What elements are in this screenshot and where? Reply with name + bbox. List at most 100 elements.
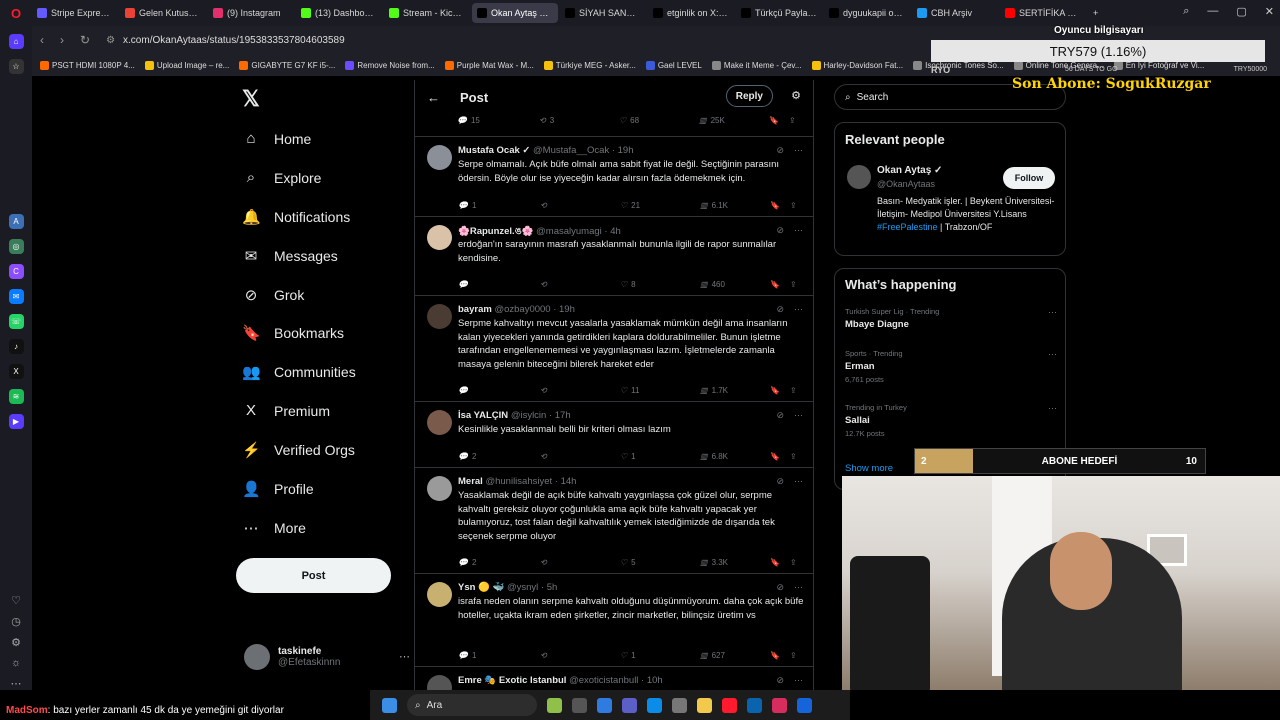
trend-item[interactable]: Sports · Trending Erman 6,761 posts ⋯ [845, 349, 1057, 384]
forward-icon[interactable]: › [60, 33, 64, 47]
bookmark-icon[interactable]: 🔖 [770, 201, 790, 210]
like-action[interactable]: ♡ 68 [619, 116, 699, 125]
avatar[interactable] [427, 304, 452, 329]
back-arrow-icon[interactable]: ← [427, 90, 440, 105]
bookmark-item[interactable]: PSGT HDMI 1080P 4... [40, 60, 135, 70]
reply-action[interactable]: 💬 2 [458, 452, 540, 461]
opera-icon[interactable] [722, 697, 737, 713]
grok-icon[interactable]: ⊘ [776, 145, 784, 156]
like-action[interactable]: ♡ 1 [620, 452, 700, 461]
views-action[interactable]: ▥ 6.8K [700, 452, 770, 461]
windows-start-icon[interactable] [382, 697, 397, 713]
task-view-icon[interactable] [572, 697, 587, 713]
author-handle[interactable]: @isylcin · 17h [511, 410, 571, 421]
reply-action[interactable]: 💬 1 [458, 201, 540, 210]
browser-tab[interactable]: dyguukapii on X: " [824, 3, 910, 23]
tweet[interactable]: Meral @hunilisahsiyet · 14h ⊘ ⋯ Yasaklamak … [415, 467, 813, 573]
more-options-icon[interactable]: ⋯ [794, 145, 803, 156]
bookmark-icon[interactable]: 🔖 [769, 116, 789, 125]
nav-item-grok[interactable]: ⊘ Grok [242, 286, 305, 304]
more-options-icon[interactable]: ⋯ [794, 410, 803, 421]
browser-tab[interactable]: Türkçü Paylaşım on [736, 3, 822, 23]
taskbar-search[interactable]: ⌕ Ara [407, 694, 537, 716]
browser-tab[interactable]: Gelen Kutusu (515) [120, 3, 206, 23]
chatgpt-icon[interactable]: ◎ [8, 239, 24, 254]
author-name[interactable]: Meral [458, 476, 483, 487]
more-options-icon[interactable]: ⋯ [1048, 403, 1057, 414]
aria-icon[interactable]: A [8, 214, 24, 229]
author-handle[interactable]: @ozbay0000 · 19h [494, 304, 574, 315]
more-options-icon[interactable]: ⋯ [1048, 349, 1057, 360]
author-name[interactable]: Mustafa Ocak ✓ [458, 145, 530, 156]
views-action[interactable]: ▥ 25K [699, 116, 769, 125]
browser-tab[interactable]: CBH Arşiv [912, 3, 998, 23]
show-more-link[interactable]: Show more [845, 463, 893, 474]
avatar[interactable] [427, 225, 452, 250]
repost-action[interactable]: ⟲ [540, 280, 620, 289]
teams-icon[interactable] [622, 697, 637, 713]
hashtag-link[interactable]: #FreePalestine [877, 222, 938, 232]
author-handle[interactable]: @Mustafa__Ocak · 19h [533, 145, 633, 156]
avatar[interactable] [427, 145, 452, 170]
nav-item-notifications[interactable]: 🔔 Notifications [242, 208, 350, 226]
player-icon[interactable]: ▶ [8, 414, 24, 429]
more-options-icon[interactable]: ⋯ [794, 304, 803, 315]
like-action[interactable]: ♡ 1 [620, 651, 700, 660]
share-icon[interactable]: ⇪ [790, 201, 797, 210]
bookmark-icon[interactable]: 🔖 [770, 386, 790, 395]
maximize-icon[interactable]: ▢ [1236, 5, 1246, 18]
nav-item-communities[interactable]: 👥 Communities [242, 363, 356, 381]
nav-item-bookmarks[interactable]: 🔖 Bookmarks [242, 324, 344, 342]
more-options-icon[interactable]: ⋯ [794, 582, 803, 593]
app-l-icon[interactable] [797, 697, 812, 713]
more-options-icon[interactable]: ⋯ [399, 650, 410, 663]
tweet[interactable]: bayram @ozbay0000 · 19h ⊘ ⋯ Serpme kahvaltı… [415, 295, 813, 401]
repost-action[interactable]: ⟲ [540, 558, 620, 567]
reply-button[interactable]: Reply [725, 85, 773, 107]
person-handle[interactable]: @OkanAytaas [877, 179, 935, 189]
author-handle[interactable]: @exoticistanbull · 10h [569, 675, 663, 686]
search-icon[interactable]: ⌕ [1183, 5, 1189, 18]
bookmark-item[interactable]: Gael LEVEL [645, 60, 702, 70]
account-switcher[interactable]: taskinefe @Efetaskinnn ⋯ [244, 644, 410, 670]
home-icon[interactable]: ⌂ [8, 34, 24, 49]
repost-action[interactable]: ⟲ [540, 651, 620, 660]
repost-action[interactable]: ⟲ [540, 201, 620, 210]
share-icon[interactable]: ⇪ [790, 558, 797, 567]
author-handle[interactable]: @hunilisahsiyet · 14h [485, 476, 576, 487]
messenger-icon[interactable]: ✉ [8, 289, 24, 304]
nav-item-explore[interactable]: ⌕ Explore [242, 169, 322, 186]
more-icon[interactable]: ⋯ [11, 677, 22, 690]
person-name[interactable]: Okan Aytaş ✓ [877, 165, 942, 176]
like-action[interactable]: ♡ 21 [620, 201, 700, 210]
x-app-icon[interactable]: X [8, 364, 24, 379]
store-icon[interactable] [672, 697, 687, 713]
share-icon[interactable]: ⇪ [790, 386, 797, 395]
views-action[interactable]: ▥ 1.7K [700, 386, 770, 395]
nav-item-home[interactable]: ⌂ Home [242, 130, 311, 147]
url-text[interactable]: x.com/OkanAytaas/status/1953833537804603… [123, 35, 345, 46]
nav-item-messages[interactable]: ✉ Messages [242, 247, 338, 265]
author-name[interactable]: Ysn 🟡 🐳 [458, 582, 504, 593]
tiktok-icon[interactable]: ♪ [8, 339, 24, 354]
edge-icon[interactable] [647, 697, 662, 713]
avatar[interactable] [427, 582, 452, 607]
bookmark-item[interactable]: Purple Mat Wax - M... [444, 60, 534, 70]
author-name[interactable]: 🌸Rapunzel.ঙ🌸 [458, 226, 534, 237]
browser-tab[interactable]: Stripe Express - Log [32, 3, 118, 23]
browser-tab[interactable]: etginlik on X: "Nor [648, 3, 734, 23]
avatar[interactable] [427, 410, 452, 435]
repost-action[interactable]: ⟲ 3 [539, 116, 619, 125]
outlook-icon[interactable] [747, 697, 762, 713]
views-action[interactable]: ▥ 3.3K [700, 558, 770, 567]
like-action[interactable]: ♡ 11 [620, 386, 700, 395]
bookmark-icon[interactable]: 🔖 [770, 651, 790, 660]
close-icon[interactable]: ✕ [1265, 5, 1274, 18]
grok-icon[interactable]: ⊘ [776, 410, 784, 421]
x-logo-icon[interactable]: 𝕏 [242, 86, 260, 112]
browser-tab[interactable]: Okan Aytaş on X: "Serpm [472, 3, 558, 23]
more-options-icon[interactable]: ⋯ [794, 476, 803, 487]
copilot-icon[interactable] [597, 697, 612, 713]
follow-button[interactable]: Follow [1003, 167, 1055, 189]
reload-icon[interactable]: ↻ [80, 33, 90, 47]
